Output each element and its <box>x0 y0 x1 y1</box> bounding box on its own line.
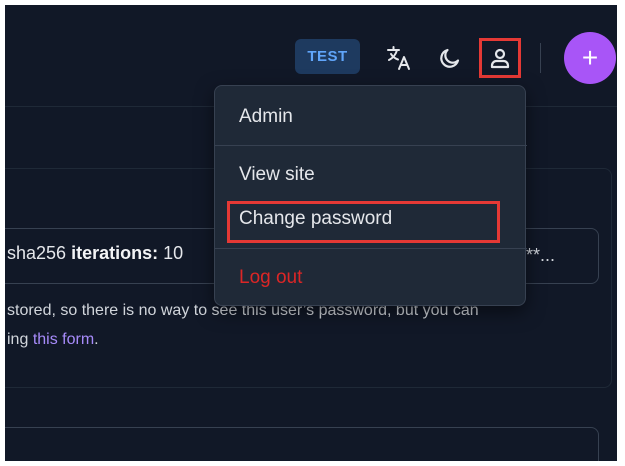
help-prefix: ing <box>7 331 29 348</box>
password-help-text-line2: ing this form. <box>7 331 99 349</box>
menu-divider <box>215 145 527 146</box>
next-field <box>5 427 599 461</box>
hash-mask: **... <box>526 245 556 265</box>
hash-iterations-value: 10 <box>163 243 184 263</box>
moon-icon <box>440 48 460 68</box>
hash-iterations-label: iterations: <box>71 243 159 263</box>
password-hash-text: sha256 iterations: 10 <box>7 243 183 264</box>
theme-toggle-button[interactable] <box>435 43 465 73</box>
hash-algorithm: sha256 <box>7 243 67 263</box>
menu-divider <box>215 248 527 249</box>
user-dropdown-menu: Admin View site Change password Log out <box>214 85 527 306</box>
app-window: TEST + sha256 iterations: 10 **... store… <box>5 5 617 461</box>
menu-item-log-out[interactable]: Log out <box>215 256 527 300</box>
menu-item-view-site[interactable]: View site <box>215 153 527 197</box>
environment-badge: TEST <box>295 39 360 74</box>
translate-icon <box>387 46 410 70</box>
add-button[interactable]: + <box>564 32 616 84</box>
translate-button[interactable] <box>382 41 416 75</box>
header-divider <box>540 43 541 73</box>
menu-item-admin[interactable]: Admin <box>215 95 527 139</box>
change-password-highlight <box>227 201 500 243</box>
plus-icon: + <box>581 42 599 73</box>
user-button-highlight <box>479 38 521 78</box>
help-suffix: . <box>94 331 99 348</box>
change-password-form-link[interactable]: this form <box>33 331 94 348</box>
